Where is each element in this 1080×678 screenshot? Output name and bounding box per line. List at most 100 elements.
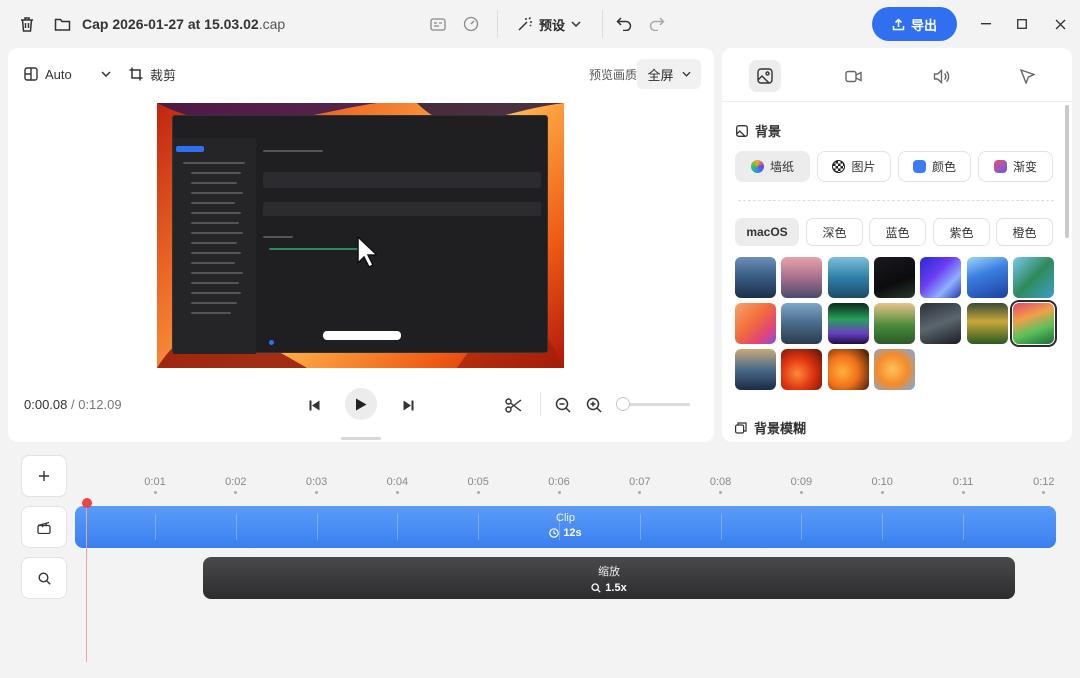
category-macos[interactable]: macOS	[735, 218, 799, 246]
category-orange[interactable]: 橙色	[996, 218, 1053, 246]
timeline-tick: 0:05	[458, 476, 498, 494]
blur-section-header: 背景模糊	[735, 418, 806, 437]
zoom-slider-knob[interactable]	[616, 397, 630, 411]
wallpaper-thumbnail[interactable]	[1012, 257, 1054, 298]
tab-camera[interactable]	[837, 60, 869, 92]
preset-label: 预设	[539, 17, 566, 33]
preview-quality-dropdown[interactable]: 全屏	[637, 59, 701, 89]
wallpaper-thumbnail[interactable]	[966, 257, 1008, 298]
tab-audio[interactable]	[925, 60, 957, 92]
scissors-icon[interactable]	[502, 394, 524, 416]
zoom-label: 缩放	[598, 566, 620, 578]
search-icon	[591, 583, 601, 593]
bg-type-color[interactable]: 颜色	[898, 151, 971, 182]
zoom-slider-track[interactable]	[622, 403, 690, 406]
recorded-app-sidebar	[173, 138, 256, 354]
category-label: 橙色	[1012, 225, 1037, 240]
clip-duration-row: 12s	[75, 527, 1056, 539]
bg-type-label: 墙纸	[769, 160, 794, 174]
wallpaper-thumbnail[interactable]	[827, 303, 869, 344]
trash-icon[interactable]	[17, 14, 37, 34]
crop-button[interactable]: 裁剪	[129, 65, 176, 83]
undo-icon[interactable]	[614, 14, 634, 34]
wallpaper-thumbnail[interactable]	[781, 349, 823, 390]
wallpaper-thumbnail[interactable]	[735, 303, 776, 344]
tick-dot	[315, 491, 319, 494]
category-label: 深色	[822, 225, 847, 240]
zoom-in-icon[interactable]	[583, 394, 605, 416]
wallpaper-thumbnail[interactable]	[873, 257, 915, 298]
tick-label: 0:08	[709, 476, 732, 488]
add-track-button[interactable]	[21, 455, 67, 497]
tick-dot	[638, 491, 642, 494]
wallpaper-thumbnail[interactable]	[781, 303, 823, 344]
layout-dropdown[interactable]: Auto	[24, 65, 111, 83]
clapperboard-icon	[37, 521, 51, 534]
minimize-icon[interactable]	[976, 14, 996, 34]
wallpaper-thumbnail[interactable]	[1009, 300, 1057, 347]
wallpaper-thumbnail[interactable]	[827, 257, 869, 298]
wallpaper-thumbnail[interactable]	[873, 349, 915, 390]
bg-type-label: 渐变	[1012, 160, 1037, 174]
timeline-tick: 0:03	[297, 476, 337, 494]
skip-forward-icon[interactable]	[398, 395, 418, 415]
wallpaper-thumbnail[interactable]	[735, 257, 776, 298]
category-label: 蓝色	[885, 225, 910, 240]
timeline-tick: 0:07	[620, 476, 660, 494]
gradient-swatch-icon	[993, 160, 1007, 173]
playhead-handle[interactable]	[82, 498, 92, 508]
zoom-track[interactable]: 缩放 1.5x	[203, 557, 1015, 599]
tab-cursor[interactable]	[1011, 60, 1043, 92]
category-purple[interactable]: 紫色	[933, 218, 990, 246]
background-blur-title: 背景模糊	[754, 421, 807, 436]
redo-icon[interactable]	[647, 14, 667, 34]
wallpaper-thumbnail[interactable]	[873, 303, 915, 344]
playhead-line	[86, 506, 87, 662]
play-button[interactable]	[345, 388, 377, 420]
captions-icon[interactable]	[428, 14, 448, 34]
wallpaper-thumbnail[interactable]	[966, 303, 1008, 344]
tick-label: 0:03	[305, 476, 328, 488]
bg-type-wallpaper[interactable]: 墙纸	[735, 151, 810, 182]
wallpaper-thumbnail[interactable]	[920, 257, 962, 298]
clip-info: Clip 12s	[75, 512, 1056, 539]
sidebar-scrollbar[interactable]	[1065, 105, 1069, 238]
zoom-track-button[interactable]	[21, 557, 67, 599]
bg-type-gradient[interactable]: 渐变	[978, 151, 1053, 182]
export-button[interactable]: 导出	[872, 7, 957, 41]
category-label: 紫色	[949, 225, 974, 240]
wallpaper-thumbnail[interactable]	[827, 349, 869, 390]
maximize-icon[interactable]	[1012, 14, 1032, 34]
clip-label: Clip	[556, 512, 575, 524]
preview-quality-value: 全屏	[647, 67, 674, 83]
bg-type-image[interactable]: 图片	[817, 151, 891, 182]
filename-text: Cap 2026-01-27 at 15.03.02	[82, 16, 259, 32]
speed-gauge-icon[interactable]	[461, 14, 481, 34]
timeline-tick: 0:09	[781, 476, 821, 494]
wallpaper-swatch-icon	[750, 160, 764, 173]
folder-icon[interactable]	[52, 14, 72, 34]
category-blue[interactable]: 蓝色	[869, 218, 926, 246]
wallpaper-thumbnail[interactable]	[920, 303, 962, 344]
tick-label: 0:07	[629, 476, 651, 488]
category-dark[interactable]: 深色	[806, 218, 863, 246]
chevron-down-icon	[571, 21, 581, 27]
tick-dot	[880, 491, 884, 494]
tab-background[interactable]	[749, 60, 781, 92]
clip-track[interactable]: Clip 12s	[75, 506, 1056, 548]
timeline-tick: 0:06	[539, 476, 579, 494]
wallpaper-thumbnail[interactable]	[781, 257, 823, 298]
zoom-out-icon[interactable]	[552, 394, 574, 416]
close-icon[interactable]	[1050, 14, 1070, 34]
file-title: Cap 2026-01-27 at 15.03.02.cap	[82, 16, 285, 32]
total-time: 0:12.09	[78, 397, 122, 412]
skip-back-icon[interactable]	[304, 395, 324, 415]
tick-dot	[476, 491, 480, 494]
resize-handle[interactable]	[341, 437, 381, 440]
tick-dot	[557, 491, 561, 494]
preset-dropdown[interactable]: 预设	[517, 13, 581, 35]
wallpaper-thumbnail[interactable]	[735, 349, 776, 390]
clock-icon	[549, 528, 560, 538]
clip-track-button[interactable]	[21, 506, 67, 548]
divider	[497, 10, 498, 38]
